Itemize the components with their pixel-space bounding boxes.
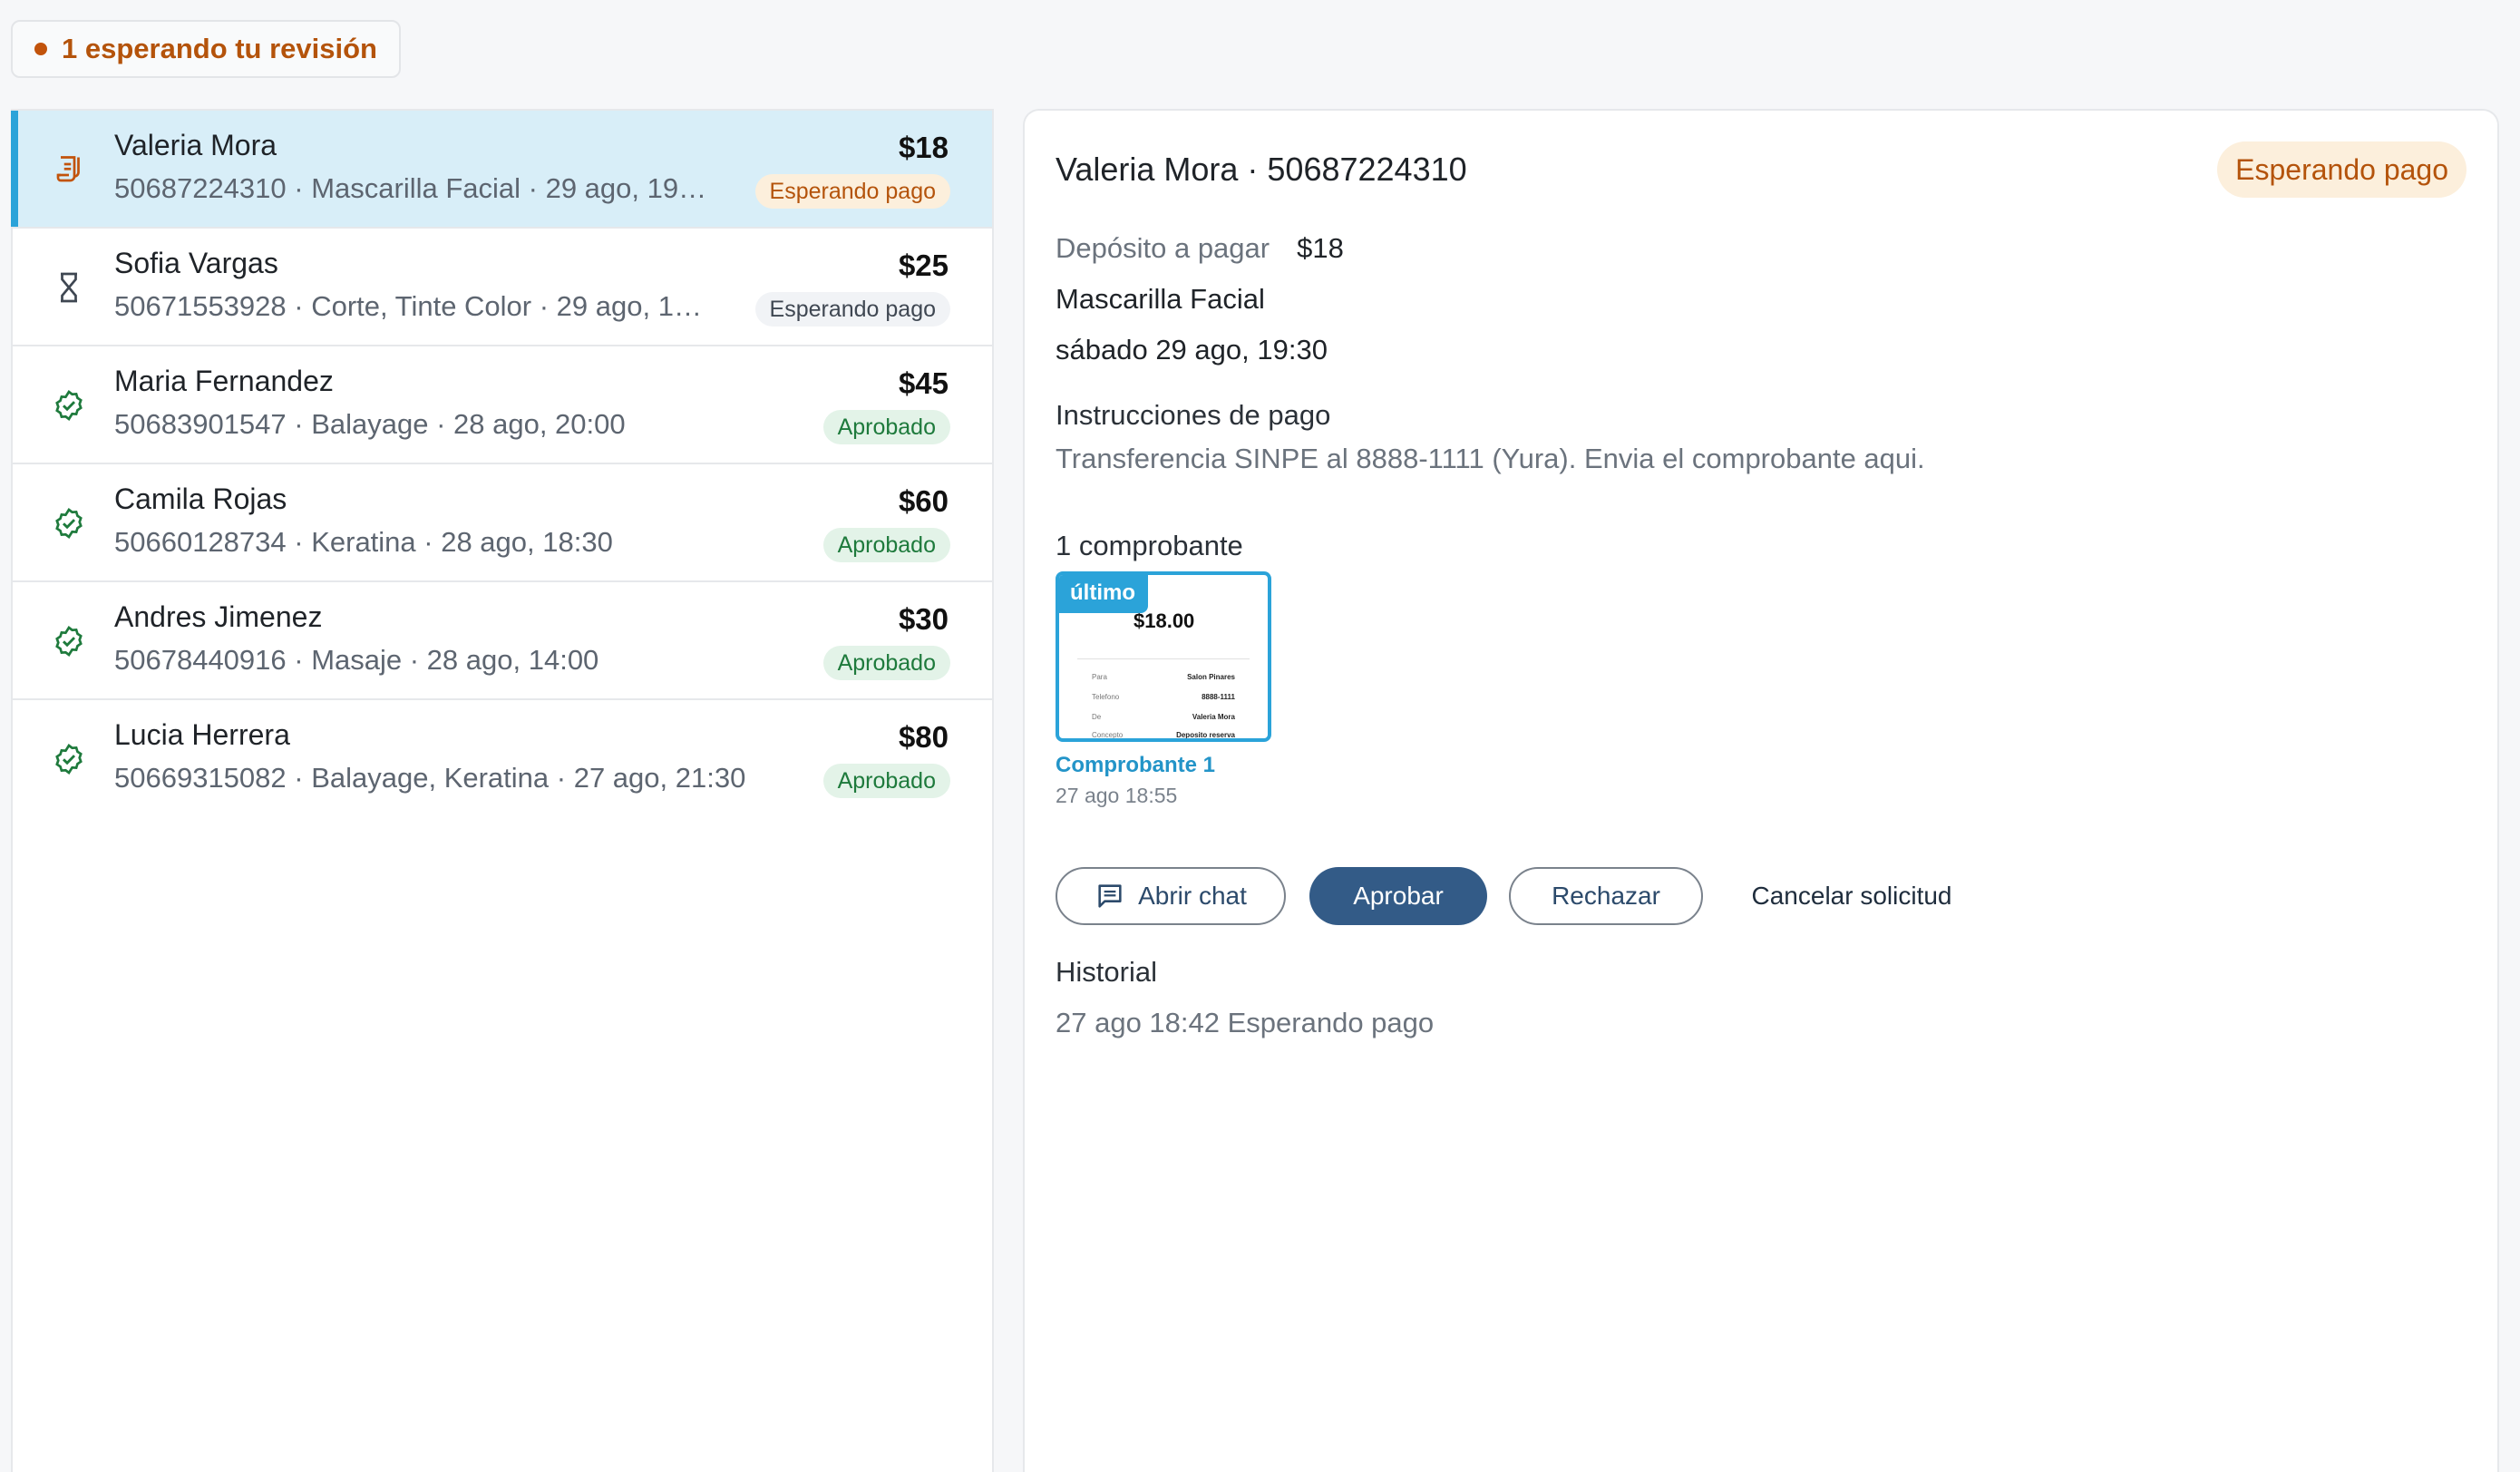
list-item[interactable]: Lucia Herrera 50669315082 · Balayage, Ke…: [13, 700, 992, 818]
request-amount: $18: [898, 131, 949, 164]
latest-badge: último: [1059, 575, 1148, 613]
receipt-thumbnail[interactable]: $18.00 Para Salon Pinares Telefono 8888-…: [1056, 571, 1271, 742]
history-item: 27 ago 18:42 Esperando pago: [1056, 1007, 1435, 1038]
receipt-divider: [1077, 658, 1250, 659]
detail-status-badge: Esperando pago: [2217, 141, 2466, 198]
instructions-text: Transferencia SINPE al 8888-1111 (Yura).…: [1056, 443, 1925, 474]
cancel-request-label: Cancelar solicitud: [1751, 882, 1952, 910]
receipt-link[interactable]: Comprobante 1: [1056, 753, 1215, 778]
appointment-datetime: sábado 29 ago, 19:30: [1056, 334, 1328, 366]
list-item[interactable]: Valeria Mora 50687224310 · Mascarilla Fa…: [11, 111, 992, 229]
receipt-icon: [56, 156, 80, 182]
client-name: Lucia Herrera: [114, 718, 290, 751]
deposit-label: Depósito a pagar: [1056, 232, 1270, 264]
status-badge: Aprobado: [822, 528, 950, 562]
client-name: Sofia Vargas: [114, 247, 278, 279]
receipt-row-label: Para: [1092, 673, 1107, 681]
verified-icon: [55, 744, 83, 775]
receipt-row-label: Telefono: [1092, 693, 1120, 701]
detail-title: Valeria Mora · 50687224310: [1056, 151, 1467, 188]
receipt-amount: $18.00: [1134, 609, 1195, 632]
receipts-count: 1 comprobante: [1056, 530, 1243, 561]
reject-button[interactable]: Rechazar: [1509, 867, 1703, 925]
reject-label: Rechazar: [1552, 882, 1660, 910]
deposit-row: Depósito a pagar $18: [1056, 232, 1344, 265]
requests-list: Valeria Mora 50687224310 · Mascarilla Fa…: [11, 109, 994, 1472]
status-badge: Esperando pago: [754, 292, 950, 327]
status-badge: Esperando pago: [754, 174, 950, 209]
client-name: Valeria Mora: [114, 129, 277, 161]
request-detail: Valeria Mora · 50687224310 Esperando pag…: [1023, 109, 2499, 1472]
verified-icon: [55, 508, 83, 539]
request-amount: $30: [898, 602, 949, 636]
cancel-request-button[interactable]: Cancelar solicitud: [1725, 867, 1979, 925]
receipt-row-value: Deposito reserva: [1176, 731, 1235, 739]
request-meta: 50678440916 · Masaje · 28 ago, 14:00: [114, 644, 599, 676]
request-amount: $80: [898, 720, 949, 754]
verified-icon: [55, 390, 83, 421]
status-badge: Aprobado: [822, 410, 950, 444]
receipt-row-value: Valeria Mora: [1192, 713, 1235, 721]
chat-icon: [1098, 884, 1122, 908]
status-dot: [34, 43, 47, 55]
pending-review-chip[interactable]: 1 esperando tu revisión: [11, 20, 401, 78]
open-chat-label: Abrir chat: [1138, 882, 1247, 910]
service-name: Mascarilla Facial: [1056, 283, 1265, 315]
pending-review-label: 1 esperando tu revisión: [62, 33, 377, 64]
list-item[interactable]: Maria Fernandez 50683901547 · Balayage ·…: [13, 346, 992, 464]
list-item[interactable]: Sofia Vargas 50671553928 · Corte, Tinte …: [13, 229, 992, 346]
open-chat-button[interactable]: Abrir chat: [1056, 867, 1286, 925]
list-item[interactable]: Camila Rojas 50660128734 · Keratina · 28…: [13, 464, 992, 582]
client-name: Camila Rojas: [114, 483, 287, 515]
request-amount: $45: [898, 366, 949, 400]
request-meta: 50660128734 · Keratina · 28 ago, 18:30: [114, 526, 613, 558]
client-name: Maria Fernandez: [114, 365, 334, 397]
status-badge: Aprobado: [822, 646, 950, 680]
approve-label: Aprobar: [1353, 882, 1444, 910]
history-title: Historial: [1056, 956, 1157, 988]
request-meta: 50683901547 · Balayage · 28 ago, 20:00: [114, 408, 626, 440]
client-name: Andres Jimenez: [114, 600, 323, 633]
receipt-row-value: Salon Pinares: [1187, 673, 1235, 681]
instructions-title: Instrucciones de pago: [1056, 399, 1331, 431]
request-amount: $25: [898, 249, 949, 282]
status-badge: Aprobado: [822, 764, 950, 798]
hourglass-icon: [61, 272, 77, 303]
request-meta: 50671553928 · Corte, Tinte Color · 29 ag…: [114, 290, 702, 322]
receipt-date: 27 ago 18:55: [1056, 784, 1178, 807]
request-meta: 50687224310 · Mascarilla Facial · 29 ago…: [114, 172, 707, 204]
receipt-row-label: De: [1092, 713, 1102, 721]
approve-button[interactable]: Aprobar: [1309, 867, 1487, 925]
list-item[interactable]: Andres Jimenez 50678440916 · Masaje · 28…: [13, 582, 992, 700]
receipt-row-label: Concepto: [1092, 731, 1124, 739]
request-amount: $60: [898, 484, 949, 518]
deposit-value: $18: [1297, 232, 1344, 264]
receipt-row-value: 8888-1111: [1202, 693, 1235, 701]
request-meta: 50669315082 · Balayage, Keratina · 27 ag…: [114, 762, 746, 794]
verified-icon: [55, 626, 83, 657]
